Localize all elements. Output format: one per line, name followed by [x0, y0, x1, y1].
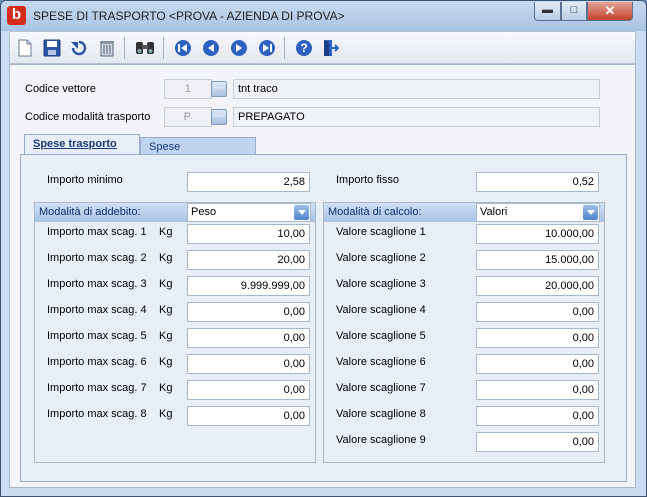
- window: b SPESE DI TRASPORTO <PROVA - AZIENDA DI…: [0, 0, 647, 497]
- codice-vettore-label: Codice vettore: [25, 83, 96, 95]
- find-icon[interactable]: [134, 37, 156, 59]
- valore-scaglione-input[interactable]: 15.000,00: [476, 250, 599, 270]
- codice-modalita-lookup-button[interactable]: ···: [211, 109, 227, 125]
- importo-minimo-input[interactable]: 2,58: [187, 172, 310, 192]
- modalita-addebito-value: Peso: [191, 206, 217, 218]
- importo-max-input[interactable]: 10,00: [187, 224, 310, 244]
- valore-scaglione-label: Valore scaglione 7: [336, 382, 426, 394]
- valore-scaglione-input[interactable]: 0,00: [476, 380, 599, 400]
- valore-scaglione-input[interactable]: 0,00: [476, 328, 599, 348]
- tab-panel-spese-trasporto: Importo minimo 2,58 Importo fisso 0,52 M…: [20, 154, 627, 482]
- modalita-calcolo-value: Valori: [480, 206, 508, 218]
- importo-max-input[interactable]: 0,00: [187, 328, 310, 348]
- valore-scaglione-input[interactable]: 10.000,00: [476, 224, 599, 244]
- importo-max-input[interactable]: 0,00: [187, 302, 310, 322]
- importo-max-label: Importo max scag. 7: [47, 382, 147, 394]
- app-icon[interactable]: b: [7, 6, 26, 25]
- importo-max-input[interactable]: 0,00: [187, 354, 310, 374]
- exit-icon[interactable]: [320, 37, 342, 59]
- valore-scaglione-label: Valore scaglione 5: [336, 330, 426, 342]
- valore-scaglione-label: Valore scaglione 6: [336, 356, 426, 368]
- codice-vettore-lookup-button[interactable]: ···: [211, 81, 227, 97]
- tab-spese-trasporto[interactable]: Spese trasporto: [24, 134, 140, 156]
- valore-scaglione-input[interactable]: 0,00: [476, 302, 599, 322]
- form-area: Codice vettore 1 ··· tnt traco Codice mo…: [9, 64, 636, 488]
- vettore-description: tnt traco: [233, 79, 600, 99]
- help-icon[interactable]: ?: [293, 37, 315, 59]
- valore-scaglione-label: Valore scaglione 1: [336, 226, 426, 238]
- valore-scaglione-label: Valore scaglione 4: [336, 304, 426, 316]
- unit-kg-label: Kg: [159, 226, 173, 238]
- unit-kg-label: Kg: [159, 408, 173, 420]
- importo-minimo-label: Importo minimo: [47, 174, 123, 186]
- importo-max-input[interactable]: 0,00: [187, 406, 310, 426]
- undo-icon[interactable]: [68, 37, 90, 59]
- unit-kg-label: Kg: [159, 304, 173, 316]
- valore-scaglione-label: Valore scaglione 3: [336, 278, 426, 290]
- modalita-calcolo-label: Modalità di calcolo:: [328, 206, 422, 218]
- new-document-icon[interactable]: [14, 37, 36, 59]
- valore-scaglione-label: Valore scaglione 2: [336, 252, 426, 264]
- importo-max-label: Importo max scag. 3: [47, 278, 147, 290]
- title-bar[interactable]: b SPESE DI TRASPORTO <PROVA - AZIENDA DI…: [1, 1, 646, 31]
- importo-max-label: Importo max scag. 8: [47, 408, 147, 420]
- importo-max-input[interactable]: 20,00: [187, 250, 310, 270]
- toolbar-separator: [163, 37, 164, 59]
- modalita-addebito-label: Modalità di addebito:: [39, 206, 141, 218]
- toolbar-separator: [124, 37, 125, 59]
- valore-scaglione-input[interactable]: 0,00: [476, 432, 599, 452]
- valore-scaglione-label: Valore scaglione 8: [336, 408, 426, 420]
- importo-max-label: Importo max scag. 4: [47, 304, 147, 316]
- unit-kg-label: Kg: [159, 330, 173, 342]
- modalita-addebito-select[interactable]: Peso: [187, 203, 311, 222]
- modalita-calcolo-select[interactable]: Valori: [476, 203, 600, 222]
- valore-scaglione-input[interactable]: 20.000,00: [476, 276, 599, 296]
- save-icon[interactable]: [41, 37, 63, 59]
- toolbar-separator: [284, 37, 285, 59]
- chevron-down-icon[interactable]: [583, 205, 598, 220]
- modalita-description: PREPAGATO: [233, 107, 600, 127]
- delete-icon[interactable]: [96, 37, 118, 59]
- codice-modalita-label: Codice modalità trasporto: [25, 111, 151, 123]
- next-record-icon[interactable]: [228, 37, 250, 59]
- toolbar: ?: [9, 31, 636, 64]
- window-title: SPESE DI TRASPORTO <PROVA - AZIENDA DI P…: [33, 9, 345, 23]
- minimize-button[interactable]: ▬: [534, 2, 561, 21]
- unit-kg-label: Kg: [159, 252, 173, 264]
- close-button[interactable]: ✕: [587, 2, 633, 21]
- last-record-icon[interactable]: [256, 37, 278, 59]
- valore-scaglione-label: Valore scaglione 9: [336, 434, 426, 446]
- importo-max-input[interactable]: 9.999.999,00: [187, 276, 310, 296]
- first-record-icon[interactable]: [172, 37, 194, 59]
- importo-max-label: Importo max scag. 6: [47, 356, 147, 368]
- valore-scaglione-input[interactable]: 0,00: [476, 354, 599, 374]
- importo-max-label: Importo max scag. 1: [47, 226, 147, 238]
- importo-max-input[interactable]: 0,00: [187, 380, 310, 400]
- valore-scaglione-input[interactable]: 0,00: [476, 406, 599, 426]
- codice-vettore-field[interactable]: 1: [164, 79, 212, 99]
- codice-modalita-field[interactable]: P: [164, 107, 212, 127]
- importo-max-label: Importo max scag. 5: [47, 330, 147, 342]
- unit-kg-label: Kg: [159, 278, 173, 290]
- importo-fisso-label: Importo fisso: [336, 174, 399, 186]
- svg-text:?: ?: [300, 41, 307, 55]
- unit-kg-label: Kg: [159, 356, 173, 368]
- importo-max-label: Importo max scag. 2: [47, 252, 147, 264]
- chevron-down-icon[interactable]: [294, 205, 309, 220]
- importo-fisso-input[interactable]: 0,52: [476, 172, 599, 192]
- maximize-button[interactable]: □: [561, 2, 587, 21]
- previous-record-icon[interactable]: [200, 37, 222, 59]
- unit-kg-label: Kg: [159, 382, 173, 394]
